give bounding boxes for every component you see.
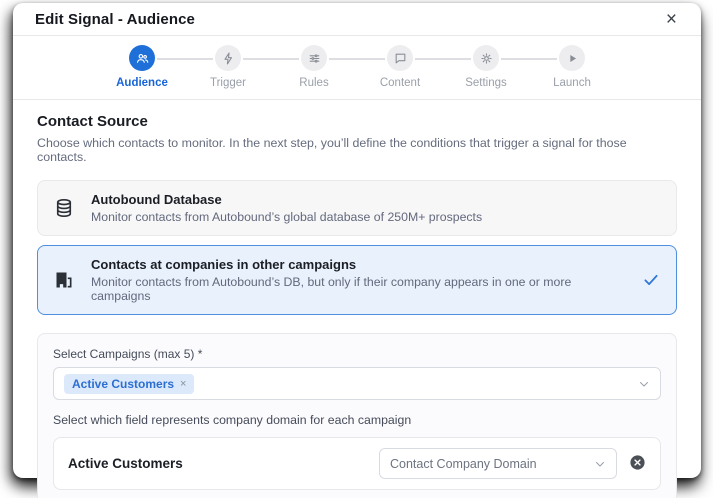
option-text: Contacts at companies in other campaigns… (91, 257, 625, 303)
step-rules[interactable]: Rules (243, 45, 357, 89)
modal-body: Contact Source Choose which contacts to … (13, 100, 701, 498)
play-icon (566, 52, 579, 65)
step-circle (301, 45, 327, 71)
step-content[interactable]: Content (329, 45, 443, 89)
step-label: Rules (299, 77, 329, 89)
close-icon[interactable]: × (664, 10, 679, 29)
x-circle-icon (629, 454, 646, 474)
mapping-campaign-name: Active Customers (68, 456, 183, 471)
step-circle (129, 45, 155, 71)
option-description: Monitor contacts from Autobound’s global… (91, 210, 483, 224)
step-label: Launch (553, 77, 591, 89)
step-label: Settings (465, 77, 507, 89)
option-description: Monitor contacts from Autobound’s DB, bu… (91, 275, 572, 303)
step-audience[interactable]: Audience (99, 45, 185, 89)
domain-field-value: Contact Company Domain (390, 456, 537, 471)
modal-header: Edit Signal - Audience × (13, 3, 701, 36)
domain-field-select[interactable]: Contact Company Domain (379, 448, 617, 479)
step-label: Trigger (210, 77, 246, 89)
mapping-controls: Contact Company Domain (379, 448, 646, 479)
option-text: Autobound Database Monitor contacts from… (91, 192, 482, 224)
edit-signal-modal: Edit Signal - Audience × Audience Trigge… (13, 3, 701, 498)
option-autobound-database[interactable]: Autobound Database Monitor contacts from… (37, 180, 677, 236)
option-title: Autobound Database (91, 192, 222, 207)
gear-icon (480, 52, 493, 65)
step-circle (215, 45, 241, 71)
campaign-mapping-row: Active Customers Contact Company Domain (53, 437, 661, 490)
chat-bubble-icon (394, 52, 407, 65)
campaign-chip-label: Active Customers (72, 376, 175, 391)
step-settings[interactable]: Settings (415, 45, 529, 89)
campaign-config-panel: Select Campaigns (max 5) * Active Custom… (37, 333, 677, 498)
select-campaigns-label: Select Campaigns (max 5) * (53, 347, 203, 361)
chip-remove-icon[interactable]: × (180, 378, 186, 390)
check-icon (642, 271, 660, 289)
lightning-icon (222, 52, 235, 65)
step-trigger[interactable]: Trigger (157, 45, 271, 89)
users-icon (136, 52, 149, 65)
step-label: Content (379, 77, 421, 89)
step-label: Audience (116, 77, 168, 89)
campaign-chip: Active Customers × (64, 373, 195, 394)
modal-title: Edit Signal - Audience (35, 11, 195, 28)
field-mapping-label: Select which field represents company do… (53, 413, 412, 427)
option-contacts-other-campaigns[interactable]: Contacts at companies in other campaigns… (37, 245, 677, 315)
step-launch[interactable]: Launch (501, 45, 615, 89)
campaigns-multiselect[interactable]: Active Customers × (53, 367, 661, 400)
stepper: Audience Trigger Rules Content Settings … (13, 36, 701, 100)
option-title: Contacts at companies in other campaigns (91, 257, 357, 272)
chevron-down-icon (638, 378, 650, 390)
building-icon (54, 270, 74, 290)
page-background: Edit Signal - Audience × Audience Trigge… (0, 0, 713, 498)
contact-source-description: Choose which contacts to monitor. In the… (37, 136, 627, 164)
step-circle (559, 45, 585, 71)
step-circle (387, 45, 413, 71)
step-circle (473, 45, 499, 71)
contact-source-heading: Contact Source (37, 113, 148, 130)
chevron-down-icon (594, 458, 606, 470)
sliders-icon (308, 52, 321, 65)
remove-mapping-button[interactable] (629, 454, 646, 474)
database-icon (54, 198, 74, 218)
